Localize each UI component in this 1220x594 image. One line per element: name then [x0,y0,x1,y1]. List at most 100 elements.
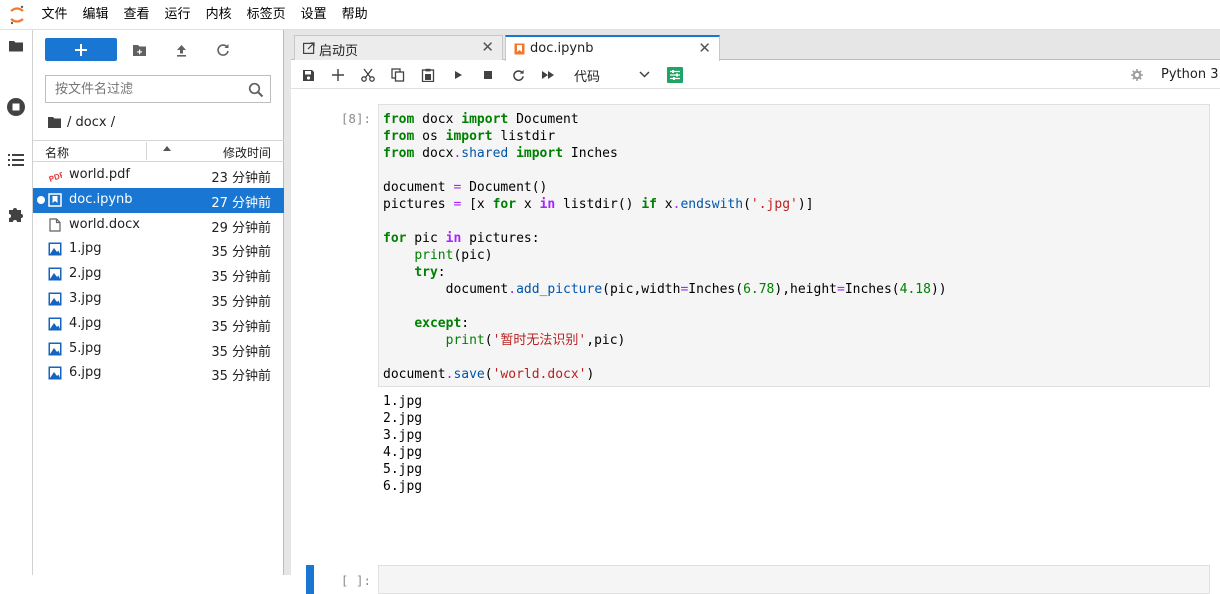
paste-button[interactable] [420,67,436,83]
file-row-5-jpg[interactable]: 5.jpg 35 分钟前 [33,337,284,362]
cut-button[interactable] [360,67,376,83]
restart-run-all-button[interactable] [540,67,556,83]
file-browser-toolbar [33,30,284,70]
tab-label: doc.ipynb [530,41,594,56]
refresh-icon [217,44,229,56]
settings-sliders-icon [667,67,683,83]
cell-type-dropdown[interactable]: 代码 [574,66,652,85]
file-row-3-jpg[interactable]: 3.jpg 35 分钟前 [33,287,284,312]
tab-bar: 启动页 ✕ doc.ipynb ✕ [291,30,1220,61]
file-name: 5.jpg [69,340,102,356]
fast-forward-icon [542,71,554,79]
name-column-header[interactable]: 名称 [45,144,69,161]
file-name: world.pdf [69,167,131,182]
file-modified: 35 分钟前 [211,294,271,310]
tab-launcher[interactable]: 启动页 ✕ [294,35,503,60]
breadcrumb: / docx / [47,112,115,132]
file-modified: 29 分钟前 [211,220,271,236]
running-kernels-icon[interactable] [4,95,28,119]
new-folder-button[interactable] [130,41,148,59]
menu-edit[interactable]: 编辑 [75,0,116,30]
output-line: 2.jpg [383,411,423,426]
interrupt-button[interactable] [480,67,496,83]
notebook-toolbar: 代码 Python 3 [291,61,1220,89]
close-icon[interactable]: ✕ [481,39,494,55]
new-launcher-button[interactable] [45,38,117,61]
upload-button[interactable] [172,41,190,59]
output-line: 4.jpg [383,445,423,460]
menu-kernel[interactable]: 内核 [198,0,239,30]
close-icon[interactable]: ✕ [698,40,711,56]
plus-icon [332,69,344,81]
file-row-1-jpg[interactable]: 1.jpg 35 分钟前 [33,237,284,262]
svg-text:PDF: PDF [48,170,62,182]
tab-label: 启动页 [319,44,359,59]
file-row-2-jpg[interactable]: 2.jpg 35 分钟前 [33,262,284,287]
restart-kernel-button[interactable] [510,67,526,83]
save-button[interactable] [300,67,316,83]
modified-column-header[interactable]: 修改时间 [223,144,271,161]
kernel-name[interactable]: Python 3 [1161,67,1218,82]
code-cell-editor[interactable]: from docx import Document from os import… [378,104,1210,387]
menu-tabs[interactable]: 标签页 [239,0,293,30]
running-indicator-icon [37,195,45,204]
folder-icon[interactable] [4,34,28,58]
extensions-icon[interactable] [4,202,28,226]
cell-output: 1.jpg 2.jpg 3.jpg 4.jpg 5.jpg 6.jpg [383,393,422,495]
launcher-icon [303,42,315,54]
file-modified: 35 分钟前 [211,245,271,261]
menu-view[interactable]: 查看 [116,0,157,30]
output-line: 5.jpg [383,462,423,477]
file-name: 1.jpg [69,241,102,257]
code-cell-editor[interactable] [378,565,1210,594]
breadcrumb-path[interactable]: / docx / [67,115,115,130]
file-name: doc.ipynb [69,191,133,207]
image-icon [48,317,62,331]
execution-prompt: [ ]: [340,573,371,588]
menu-run[interactable]: 运行 [157,0,198,30]
copy-icon [391,68,405,82]
run-button[interactable] [450,67,466,83]
code-content: from docx import Document from os import… [383,112,947,382]
cell-type-value: 代码 [574,70,601,85]
file-modified: 35 分钟前 [211,344,271,360]
panel-splitter[interactable] [284,30,291,575]
home-folder-icon[interactable] [47,116,62,129]
image-icon [48,366,62,380]
table-of-contents-icon[interactable] [4,148,28,172]
execution-prompt: [8]: [340,111,371,126]
copy-button[interactable] [390,67,406,83]
upload-icon [176,44,186,57]
file-row-6-jpg[interactable]: 6.jpg 35 分钟前 [33,361,284,386]
tab-doc-ipynb[interactable]: doc.ipynb ✕ [505,35,720,61]
file-list-header: 名称 修改时间 [33,140,284,162]
menu-settings[interactable]: 设置 [293,0,334,30]
file-browser: / docx / 名称 修改时间 PDF world.pdf 23 分钟前 do… [33,30,284,575]
menu-file[interactable]: 文件 [34,0,75,30]
column-divider [146,142,147,160]
paste-icon [421,68,435,82]
file-row-doc-ipynb[interactable]: doc.ipynb 27 分钟前 [33,187,284,213]
image-icon [48,267,62,281]
file-filter-input[interactable] [55,81,235,97]
notebook-icon [514,43,525,55]
output-line: 6.jpg [383,479,423,494]
pdf-icon: PDF [48,170,62,182]
notebook-cells: [8]: from docx import Document from os i… [291,90,1220,594]
property-inspector-button[interactable] [667,67,683,83]
menu-help[interactable]: 帮助 [334,0,375,30]
plus-icon [75,43,87,56]
file-row-world-pdf[interactable]: PDF world.pdf 23 分钟前 [33,163,284,188]
file-row-world-docx[interactable]: world.docx 29 分钟前 [33,213,284,238]
file-filter-box [45,75,271,103]
main-area: 启动页 ✕ doc.ipynb ✕ 代码 Python 3 [8]: from … [291,30,1220,594]
file-name: 6.jpg [69,365,102,381]
refresh-button[interactable] [214,41,232,59]
jupyter-logo-icon [0,0,34,30]
insert-cell-button[interactable] [330,67,346,83]
file-name: 4.jpg [69,315,102,331]
image-icon [48,342,62,356]
activity-bar [0,30,33,575]
menubar: 文件 编辑 查看 运行 内核 标签页 设置 帮助 [0,0,1220,30]
file-row-4-jpg[interactable]: 4.jpg 35 分钟前 [33,312,284,337]
